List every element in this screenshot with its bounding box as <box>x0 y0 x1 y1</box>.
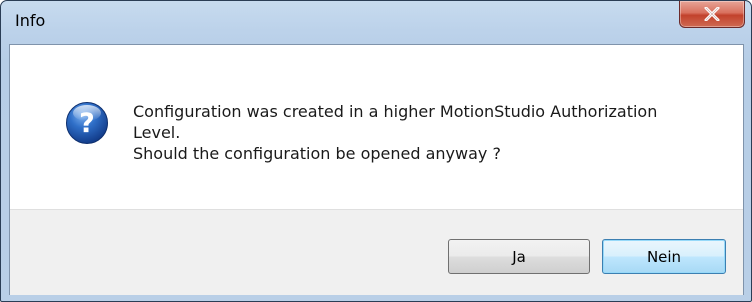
window-title: Info <box>15 11 46 30</box>
message-area: ? Configuration was created in a higher … <box>10 45 743 209</box>
yes-button[interactable]: Ja <box>448 239 590 274</box>
dialog-message: Configuration was created in a higher Mo… <box>133 101 733 164</box>
title-bar[interactable]: Info <box>1 1 751 43</box>
button-bar: Ja Nein <box>10 209 743 295</box>
info-dialog-window: Info ? Configuration was created in a hi… <box>0 0 752 302</box>
close-button[interactable] <box>679 1 745 28</box>
no-button[interactable]: Nein <box>602 239 726 274</box>
close-icon <box>704 7 720 21</box>
message-line-3: Should the configuration be opened anywa… <box>133 144 501 163</box>
question-icon: ? <box>66 102 108 144</box>
message-line-1: Configuration was created in a higher Mo… <box>133 102 658 121</box>
message-line-2: Level. <box>133 123 181 142</box>
dialog-client-area: ? Configuration was created in a higher … <box>9 44 744 295</box>
svg-text:?: ? <box>79 108 95 139</box>
